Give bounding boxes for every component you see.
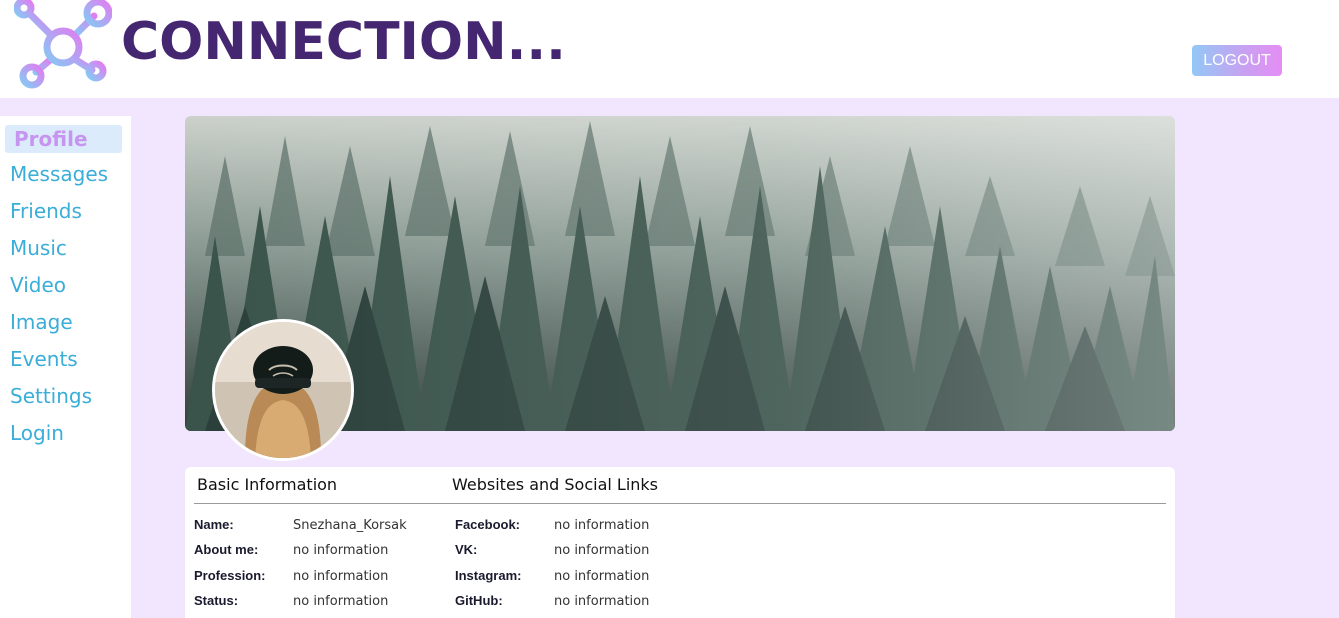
sidebar-item-settings[interactable]: Settings	[10, 381, 92, 411]
app-header: CONNECTION... LOGOUT	[0, 0, 1339, 98]
profession-label: Profession:	[194, 568, 266, 583]
facebook-value: no information	[554, 518, 650, 533]
sidebar-item-profile[interactable]: Profile	[5, 125, 122, 153]
status-value: no information	[293, 594, 389, 609]
sidebar-item-events[interactable]: Events	[10, 344, 78, 374]
sidebar-item-friends[interactable]: Friends	[10, 196, 82, 226]
basic-info-title: Basic Information	[197, 475, 338, 494]
sidebar-item-login[interactable]: Login	[10, 418, 64, 448]
name-value: Snezhana_Korsak	[293, 518, 407, 533]
instagram-value: no information	[554, 569, 650, 584]
profile-avatar[interactable]	[212, 319, 354, 461]
about-me-value: no information	[293, 543, 389, 558]
vk-label: VK:	[455, 542, 478, 557]
status-label: Status:	[194, 593, 239, 608]
instagram-label: Instagram:	[455, 568, 522, 583]
facebook-label: Facebook:	[455, 517, 521, 532]
sidebar-item-video[interactable]: Video	[10, 270, 66, 300]
github-label: GitHub:	[455, 593, 503, 608]
profile-info-panel: Basic Information Websites and Social Li…	[185, 467, 1175, 618]
profile-page: CONNECTION... LOGOUT Profile Messages Fr…	[0, 0, 1339, 618]
sidebar-item-music[interactable]: Music	[10, 233, 67, 263]
about-me-label: About me:	[194, 542, 259, 557]
sidebar-item-image[interactable]: Image	[10, 307, 73, 337]
logout-button[interactable]: LOGOUT	[1192, 45, 1282, 76]
profession-value: no information	[293, 569, 389, 584]
github-value: no information	[554, 594, 650, 609]
section-divider	[194, 503, 1166, 504]
social-links-title: Websites and Social Links	[452, 475, 659, 494]
sidebar-nav: Profile Messages Friends Music Video Ima…	[0, 116, 131, 618]
sidebar-item-messages[interactable]: Messages	[10, 159, 108, 189]
vk-value: no information	[554, 543, 650, 558]
network-logo-icon	[13, 0, 113, 92]
app-logo-title: CONNECTION...	[121, 12, 566, 72]
name-label: Name:	[194, 517, 234, 532]
